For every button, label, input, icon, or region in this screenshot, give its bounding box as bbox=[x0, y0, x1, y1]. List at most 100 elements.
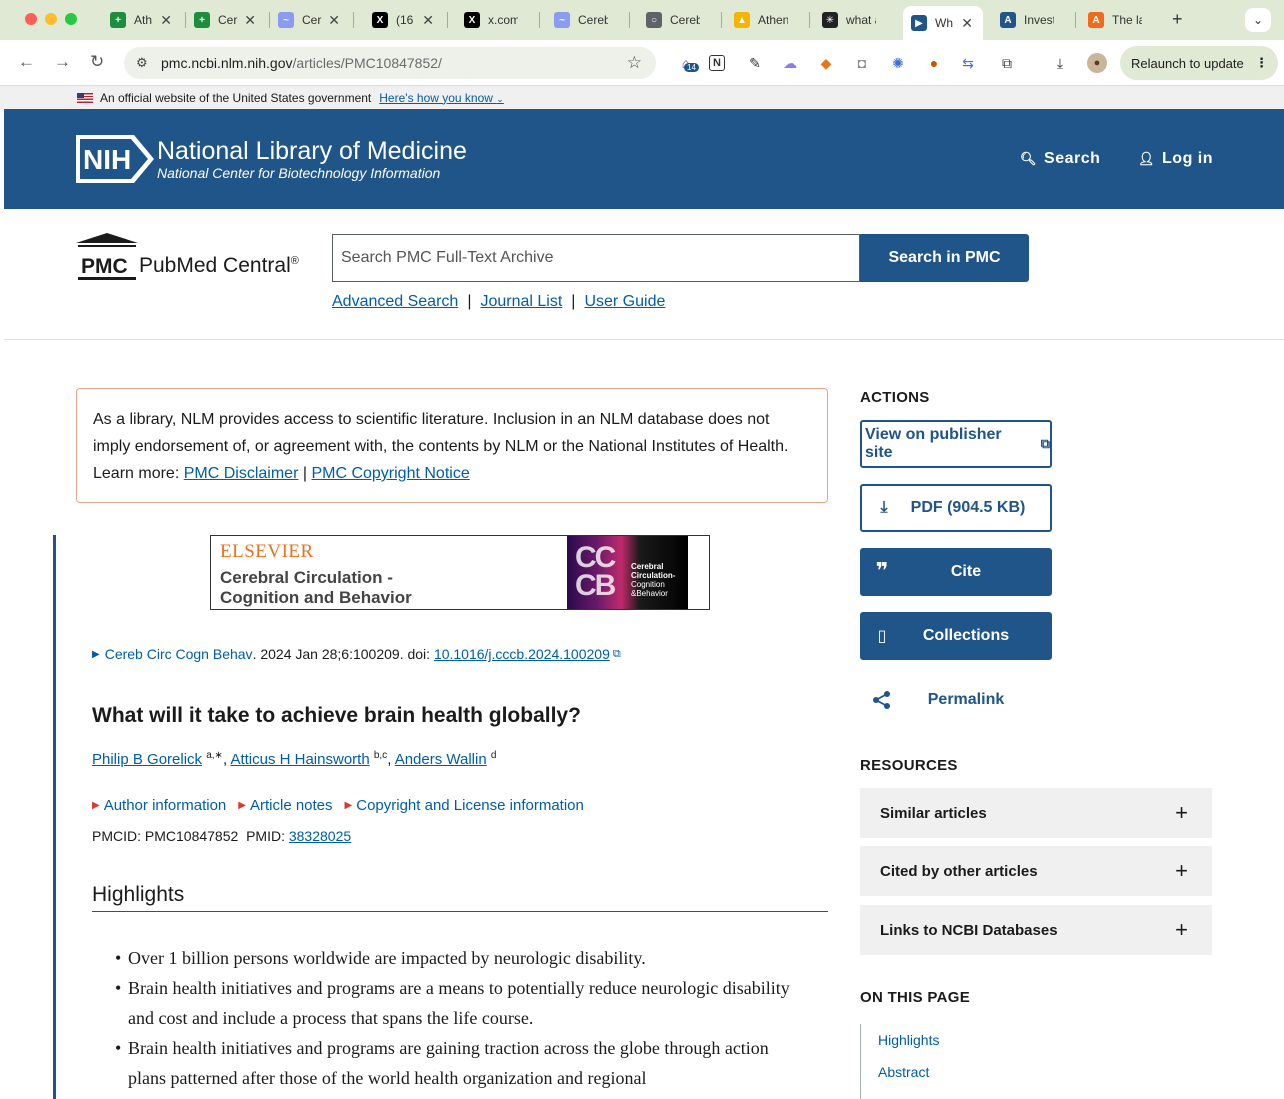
browser-tab[interactable]: ~ Cer ✕ bbox=[270, 7, 350, 33]
new-tab-button[interactable]: + bbox=[1172, 9, 1183, 30]
collections-button[interactable]: ▯ Collections bbox=[860, 612, 1052, 660]
tab-title: Cer bbox=[218, 13, 238, 27]
pdf-download-button[interactable]: ⤓ PDF (904.5 KB) bbox=[860, 484, 1052, 532]
doi-link[interactable]: 10.1016/j.cccb.2024.100209 bbox=[434, 646, 610, 662]
browser-menu-icon[interactable]: ⋮ bbox=[1255, 55, 1268, 71]
browser-tab[interactable]: ▲ Athena bbox=[726, 7, 806, 33]
advanced-search-link[interactable]: Advanced Search bbox=[332, 293, 458, 311]
tab-search-chevron-icon[interactable]: ⌄ bbox=[1245, 8, 1271, 32]
tab-favicon-icon: ~ bbox=[278, 12, 294, 28]
browser-tab[interactable]: ○ Cerebr bbox=[638, 7, 718, 33]
browser-tab[interactable]: + Cer ✕ bbox=[186, 7, 266, 33]
reload-icon[interactable]: ↻ bbox=[90, 52, 104, 72]
browser-tab[interactable]: A The late bbox=[1080, 7, 1160, 33]
article-info-links: ▶ Author information ▶ Article notes ▶ Copy… bbox=[92, 797, 596, 814]
header-login-button[interactable]: 👤︎ Log in bbox=[1138, 150, 1213, 168]
toc-link-abstract[interactable]: Abstract bbox=[878, 1064, 929, 1080]
pmc-disclaimer-link[interactable]: PMC Disclaimer bbox=[184, 465, 299, 482]
nlm-disclaimer: As a library, NLM provides access to sci… bbox=[76, 388, 828, 503]
forward-arrow-icon[interactable]: → bbox=[54, 52, 71, 72]
bookmark-star-icon[interactable]: ☆ bbox=[627, 53, 642, 73]
notion-icon[interactable]: N bbox=[709, 55, 725, 71]
elsevier-logo: ELSEVIER bbox=[220, 541, 314, 562]
browser-tab[interactable]: ▶ Wh ✕ bbox=[903, 6, 983, 40]
journal-cover-image: CC CB Cerebral Circulation- Cognition &Be… bbox=[567, 536, 688, 609]
close-tab-icon[interactable]: ✕ bbox=[328, 12, 340, 29]
extensions-puzzle-icon[interactable]: ⧉ bbox=[997, 53, 1017, 73]
address-bar[interactable]: ⚙ pmc.ncbi.nlm.nih.gov/articles/PMC10847… bbox=[124, 47, 656, 79]
tab-separator bbox=[809, 12, 810, 28]
profile-avatar[interactable]: ● bbox=[1087, 53, 1107, 73]
us-flag-icon bbox=[77, 92, 93, 103]
close-window-button[interactable] bbox=[25, 13, 37, 25]
extension-house-icon[interactable]: ⌂14 bbox=[676, 53, 699, 73]
back-arrow-icon[interactable]: ← bbox=[18, 52, 35, 72]
close-tab-icon[interactable]: ✕ bbox=[961, 15, 973, 32]
tab-title: Cerebr bbox=[670, 13, 700, 27]
heres-how-you-know-link[interactable]: Here's how you know ⌄ bbox=[379, 91, 504, 105]
user-guide-link[interactable]: User Guide bbox=[584, 293, 665, 311]
browser-tab[interactable]: X (16 ✕ bbox=[364, 7, 444, 33]
nlm-header: NIH National Library of Medicine Nationa… bbox=[4, 109, 1284, 209]
similar-articles-accordion[interactable]: Similar articles + bbox=[860, 788, 1212, 838]
pmc-logo[interactable]: PMC PubMed Central® bbox=[76, 233, 326, 283]
author-information-toggle[interactable]: ▶ Author information bbox=[92, 797, 226, 814]
eyedropper-icon[interactable]: ✎ bbox=[745, 53, 765, 73]
journal-banner[interactable]: ELSEVIER Cerebral Circulation - Cognitio… bbox=[210, 535, 710, 610]
journal-name-toggle[interactable]: Cereb Circ Cogn Behav bbox=[105, 646, 253, 662]
maximize-window-button[interactable] bbox=[65, 13, 77, 25]
author-link[interactable]: Philip B Gorelick bbox=[92, 751, 202, 768]
close-tab-icon[interactable]: ✕ bbox=[160, 12, 172, 29]
close-tab-icon[interactable]: ✕ bbox=[422, 12, 434, 29]
nlm-title[interactable]: National Library of Medicine bbox=[157, 137, 467, 166]
search-in-pmc-button[interactable]: Search in PMC bbox=[860, 234, 1029, 282]
nlm-subtitle: National Center for Biotechnology Inform… bbox=[157, 165, 441, 181]
caret-right-icon: ▶ bbox=[92, 800, 100, 811]
toc-link-highlights[interactable]: Highlights bbox=[878, 1032, 939, 1048]
permalink-button[interactable]: Permalink bbox=[860, 676, 1052, 724]
tab-favicon-icon: ▲ bbox=[734, 12, 750, 28]
cover-title: Cerebral Circulation- Cognition &Behavio… bbox=[631, 562, 676, 598]
header-search-button[interactable]: 🔍︎ Search bbox=[1020, 150, 1100, 168]
actions-heading: ACTIONS bbox=[860, 389, 930, 406]
download-icon[interactable]: ⤓ bbox=[1050, 53, 1070, 73]
pmc-copyright-notice-link[interactable]: PMC Copyright Notice bbox=[311, 465, 469, 482]
browser-tab[interactable]: A Investir bbox=[992, 7, 1072, 33]
relaunch-to-update-button[interactable]: Relaunch to update ⋮ bbox=[1120, 46, 1278, 80]
copyright-license-toggle[interactable]: ▶ Copyright and License information bbox=[345, 797, 584, 814]
caret-right-icon: ▶ bbox=[238, 800, 246, 811]
browser-tab[interactable]: + Ath ✕ bbox=[102, 7, 182, 33]
minimize-window-button[interactable] bbox=[45, 13, 57, 25]
close-tab-icon[interactable]: ✕ bbox=[244, 12, 256, 29]
author-link[interactable]: Atticus H Hainsworth bbox=[230, 751, 369, 768]
pmid-link[interactable]: 38328025 bbox=[289, 828, 351, 844]
color-wheel-icon[interactable]: ● bbox=[924, 53, 944, 73]
gov-banner-text: An official website of the United States… bbox=[100, 90, 372, 105]
list-item: Brain health initiatives and programs ar… bbox=[110, 1033, 810, 1093]
browser-tab[interactable]: Xx.com/( bbox=[456, 7, 536, 33]
sparkle-extension-icon[interactable]: ✺ bbox=[888, 53, 908, 73]
browser-tab[interactable]: ~ Cerebr bbox=[546, 7, 626, 33]
site-info-icon[interactable]: ⚙ bbox=[136, 55, 152, 71]
cloud-extension-icon[interactable]: ☁ bbox=[780, 53, 800, 73]
author-link[interactable]: Anders Wallin bbox=[395, 751, 487, 768]
author-list: Philip B Gorelick a,∗, Atticus H Hainswo… bbox=[92, 750, 497, 768]
translate-icon[interactable]: ⇆ bbox=[958, 53, 978, 73]
pmc-wordmark: PubMed Central® bbox=[139, 254, 299, 277]
nih-logo[interactable]: NIH bbox=[76, 135, 154, 183]
browser-tab-bar: + Ath ✕ + Cer ✕ ~ Cer ✕ X (16 ✕ Xx.com/(~ Cerebr ○ Cere… bbox=[0, 0, 1284, 40]
article-left-border bbox=[53, 535, 56, 1099]
metamask-fox-icon[interactable]: ◆ bbox=[816, 53, 836, 73]
article-notes-toggle[interactable]: ▶ Article notes bbox=[238, 797, 332, 814]
journal-list-link[interactable]: Journal List bbox=[480, 293, 562, 311]
camera-icon[interactable]: ◘ bbox=[852, 53, 872, 73]
tab-separator bbox=[629, 12, 630, 28]
browser-tab[interactable]: ✳ what ar bbox=[814, 7, 894, 33]
cited-by-accordion[interactable]: Cited by other articles + bbox=[860, 846, 1212, 896]
chevron-down-icon: ⌄ bbox=[496, 93, 504, 104]
cover-mark: CC CB bbox=[575, 541, 616, 602]
pmc-search-input[interactable]: Search PMC Full-Text Archive bbox=[332, 234, 860, 282]
cite-button[interactable]: ❞ Cite bbox=[860, 548, 1052, 596]
view-on-publisher-button[interactable]: View on publisher site ⧉ bbox=[860, 420, 1052, 468]
ncbi-databases-accordion[interactable]: Links to NCBI Databases + bbox=[860, 905, 1212, 955]
